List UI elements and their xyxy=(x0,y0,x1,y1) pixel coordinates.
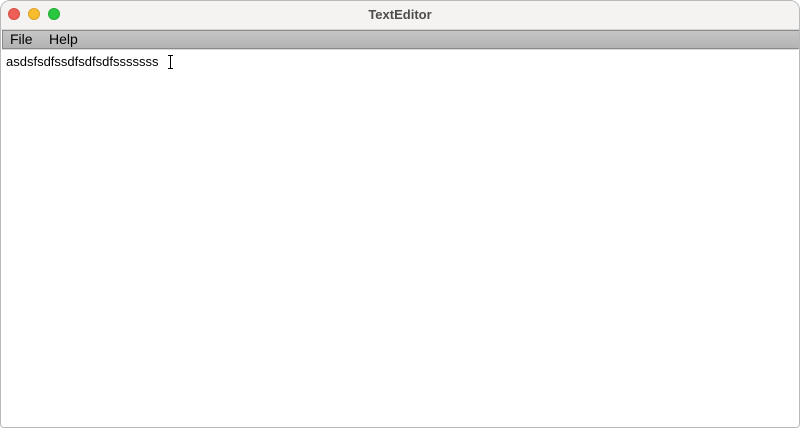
editor-content: asdsfsdfssdfsdfsdfsssssss xyxy=(6,54,159,69)
menu-bar: File Help xyxy=(2,30,799,49)
menu-file[interactable]: File xyxy=(10,31,33,48)
text-cursor-icon xyxy=(168,55,173,69)
menu-help[interactable]: Help xyxy=(49,31,78,48)
window-title: TextEditor xyxy=(368,7,432,22)
text-editor-area[interactable]: asdsfsdfssdfsdfsdfsssssss xyxy=(2,49,798,427)
app-window: TextEditor File Help asdsfsdfssdfsdfsdfs… xyxy=(0,0,800,428)
title-bar[interactable]: TextEditor xyxy=(1,1,799,30)
